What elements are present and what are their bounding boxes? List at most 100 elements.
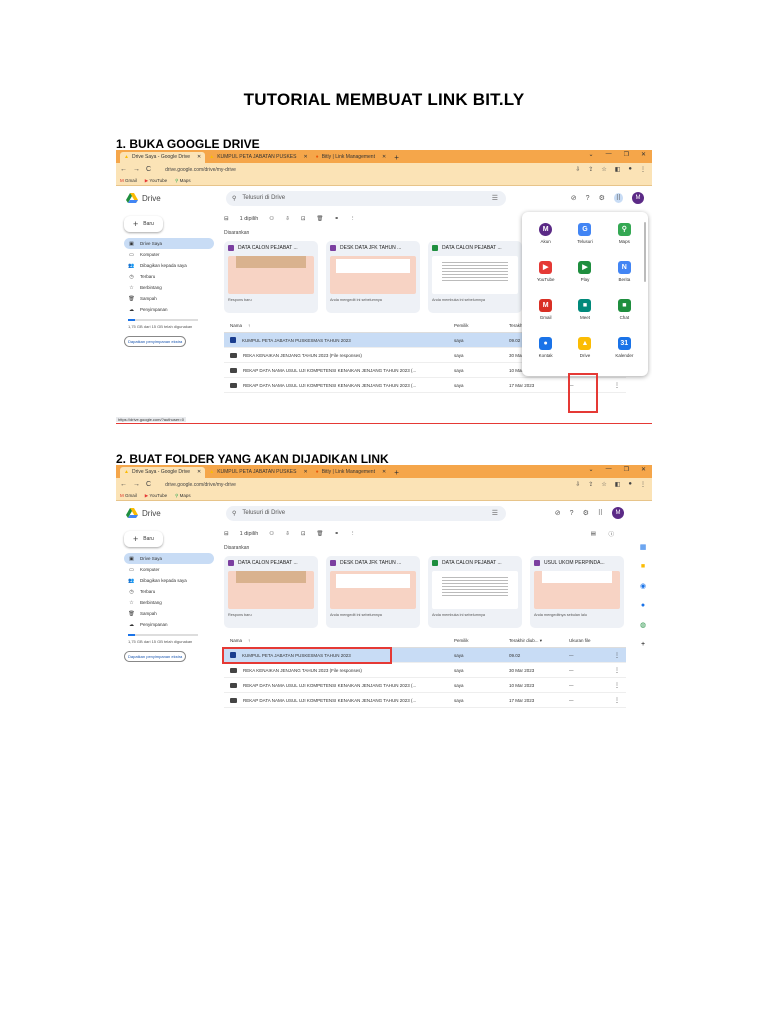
gear-icon[interactable]: ⚙ [583,509,589,517]
close-icon[interactable]: ✕ [382,152,386,163]
avatar[interactable]: M [632,192,644,204]
back-icon[interactable]: ← [120,166,127,173]
app-play[interactable]: ▶ Play [565,256,604,286]
download-icon[interactable]: ⇩ [285,531,290,537]
new-button[interactable]: + Baru [124,216,163,232]
info-icon[interactable]: ⓘ [608,530,614,538]
offline-icon[interactable]: ⊘ [555,509,561,517]
suggested-card[interactable]: DATA CALON PEJABAT ... Respons baru [224,556,318,628]
calendar-icon[interactable]: ▦ [640,543,647,551]
more-icon[interactable]: ⋮ [614,382,624,389]
suggested-card[interactable]: DESK DATA JFK TAHUN ... Anda mengedit in… [326,556,420,628]
menu-icon[interactable]: ⋮ [640,166,646,173]
table-row[interactable]: REKAP DATA NAMA USUL UJI KOMPETENSI KENA… [224,693,626,708]
menu-icon[interactable]: ⋮ [640,481,646,488]
close-icon[interactable]: ✕ [382,467,386,478]
avatar[interactable]: M [612,507,624,519]
search-input[interactable]: ⚲ Telusuri di Drive ☰ [226,505,506,521]
meet-icon[interactable]: ◍ [640,621,646,629]
close-icon[interactable]: ✕ [197,467,201,478]
minimize-icon[interactable]: — [606,466,612,473]
drive-logo[interactable]: Drive [126,508,216,518]
new-button[interactable]: + Baru [124,531,163,547]
url-field[interactable]: drive.google.com/drive/my-drive [165,167,236,173]
sidebar-item-computers[interactable]: ▭ Komputer [124,564,214,575]
offline-icon[interactable]: ⊘ [571,194,577,202]
help-icon[interactable]: ? [570,510,574,517]
sidebar-item-trash[interactable]: 🗑 Sampah [124,293,214,304]
move-icon[interactable]: ⊡ [301,216,306,222]
reload-icon[interactable]: C [146,481,151,488]
bookmark-maps[interactable]: ⚲ Maps [175,178,191,184]
apps-grid-icon[interactable]: ⠿ [598,509,603,517]
bookmark-maps[interactable]: ⚲ Maps [175,493,191,499]
close-selection-icon[interactable]: ⊟ [224,531,229,537]
apps-grid-icon[interactable]: ⠿ [613,193,623,203]
share-icon[interactable]: ⇪ [588,166,593,173]
contacts-icon[interactable]: ● [641,602,645,609]
chevron-down-icon[interactable]: ⌄ [589,466,594,473]
browser-tab[interactable]: ▲ Drive Saya - Google Drive ✕ [120,467,206,478]
suggested-card[interactable]: DESK DATA JFK TAHUN ... Anda mengedit in… [326,241,420,313]
app-berita[interactable]: N Berita [605,256,644,286]
filter-icon[interactable]: ☰ [492,509,498,517]
close-selection-icon[interactable]: ⊟ [224,216,229,222]
bookmark-gmail[interactable]: M Gmail [120,178,137,183]
suggested-card[interactable]: DATA CALON PEJABAT ... Anda membuka ini … [428,241,522,313]
link-icon[interactable]: ⚭ [334,216,339,222]
app-maps[interactable]: ⚲ Maps [605,218,644,248]
scrollbar[interactable] [644,222,646,282]
app-drive[interactable]: ▲ Drive [565,332,604,362]
sidebar-item-recent[interactable]: ◷ Terbaru [124,271,214,282]
browser-tab[interactable]: ▲ KUMPUL PETA JABATAN PUSKES ✕ [205,152,311,163]
close-icon[interactable]: ✕ [303,467,307,478]
minimize-icon[interactable]: — [606,151,612,158]
search-input[interactable]: ⚲ Telusuri di Drive ☰ [226,190,506,206]
download-icon[interactable]: ⇩ [575,481,580,488]
table-row[interactable]: REKAP DATA NAMA USUL UJI KOMPETENSI KENA… [224,378,626,393]
forward-icon[interactable]: → [133,481,140,488]
profile-icon[interactable]: ● [628,166,632,173]
trash-icon[interactable]: 🗑 [316,216,323,222]
reload-icon[interactable]: C [146,166,151,173]
list-view-icon[interactable]: ▤ [591,531,596,537]
sidebar-item-storage[interactable]: ☁ Penyimpanan [124,619,214,630]
more-icon[interactable]: ⋮ [614,697,624,704]
more-icon[interactable]: ⋮ [614,652,624,659]
app-akun[interactable]: M Akun [526,218,565,248]
plus-icon[interactable]: + [641,641,645,648]
browser-tab[interactable]: ● Bitly | Link Management ✕ [312,152,391,163]
get-storage-button[interactable]: Dapatkan penyimpanan ekstra [124,651,187,662]
drive-logo[interactable]: Drive [126,193,216,203]
table-row[interactable]: KUMPUL PETA JABATAN PUSKESMAS TAHUN 2023… [222,647,626,664]
profile-icon[interactable]: ● [628,481,632,488]
move-icon[interactable]: ⊡ [301,531,306,537]
new-tab-button[interactable]: + [390,152,403,163]
browser-tab[interactable]: ▲ Drive Saya - Google Drive ✕ [120,152,206,163]
app-youtube[interactable]: ▶ YouTube [526,256,565,286]
sidebar-item-recent[interactable]: ◷ Terbaru [124,586,214,597]
sidebar-item-my-drive[interactable]: ▣ Drive Saya [124,553,214,564]
more-icon[interactable]: ⋮ [614,682,624,689]
close-icon[interactable]: ✕ [641,151,646,158]
sidebar-item-my-drive[interactable]: ▣ Drive Saya [124,238,214,249]
suggested-card[interactable]: USUL UKOM PERPINDA... Anda mengeditnya s… [530,556,624,628]
gear-icon[interactable]: ⚙ [599,194,605,202]
table-row[interactable]: REKAP DATA NAMA USUL UJI KOMPETENSI KENA… [224,678,626,693]
more-icon[interactable]: ⋮ [350,216,356,222]
maximize-icon[interactable]: ❐ [624,151,629,158]
more-icon[interactable]: ⋮ [614,667,624,674]
app-chat[interactable]: ■ Chat [605,294,644,324]
sidebar-item-computers[interactable]: ▭ Komputer [124,249,214,260]
sidebar-item-starred[interactable]: ☆ Berbintang [124,282,214,293]
link-icon[interactable]: ⚭ [334,531,339,537]
bookmark-gmail[interactable]: M Gmail [120,493,137,498]
sidebar-item-trash[interactable]: 🗑 Sampah [124,608,214,619]
download-icon[interactable]: ⇩ [575,166,580,173]
sidepanel-icon[interactable]: ◧ [615,481,621,488]
keep-icon[interactable]: ■ [641,563,645,570]
app-kalender[interactable]: 31 Kalender [605,332,644,362]
browser-tab[interactable]: ▲ KUMPUL PETA JABATAN PUSKES ✕ [205,467,311,478]
table-row[interactable]: REKA KENAIKAN JENJANG TAHUN 2023 (File r… [224,663,626,678]
share-user-icon[interactable]: ⚇ [269,531,274,537]
